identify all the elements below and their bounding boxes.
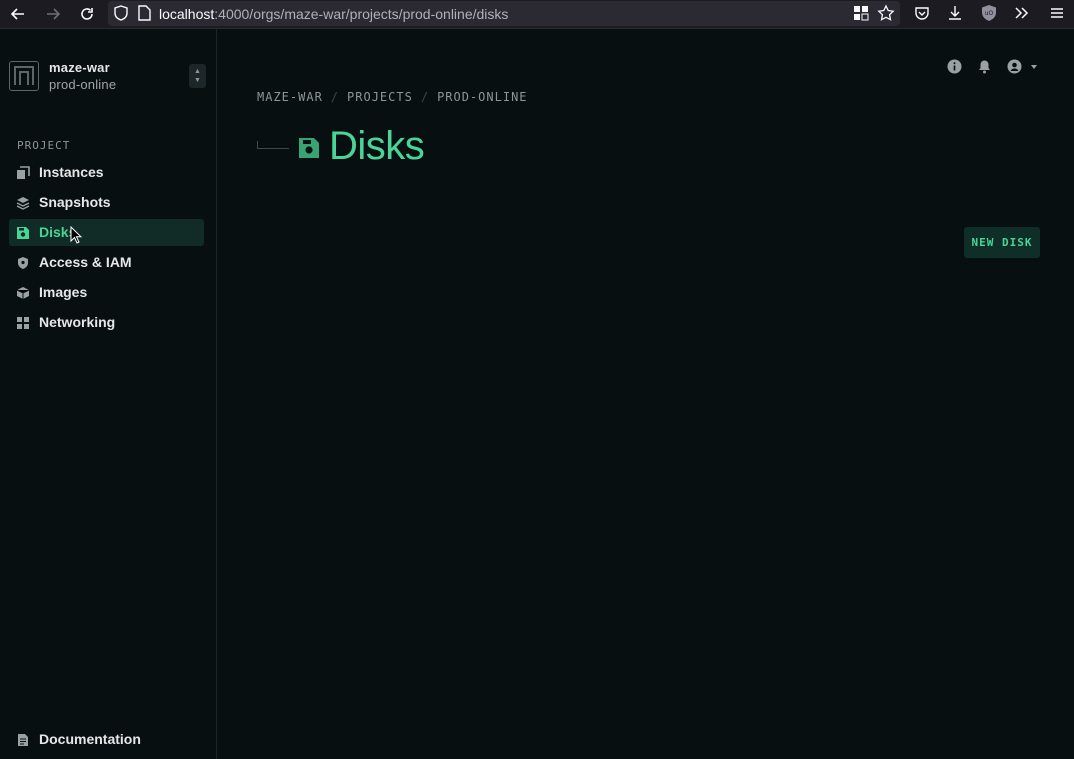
instances-icon (16, 166, 30, 180)
org-logo-icon (9, 61, 39, 91)
forward-icon[interactable] (43, 4, 63, 24)
breadcrumb-org[interactable]: MAZE-WAR (257, 90, 323, 104)
documentation-link[interactable]: Documentation (9, 726, 204, 753)
title-connector-line (257, 148, 289, 149)
url-text: localhost:4000/orgs/maze-war/projects/pr… (159, 6, 509, 22)
svg-text:uO: uO (985, 10, 994, 17)
sidebar-item-images[interactable]: Images (9, 279, 204, 306)
shield-icon (16, 256, 30, 270)
page-title: Disks (329, 124, 425, 168)
hamburger-menu-icon[interactable] (1048, 4, 1068, 24)
user-profile-icon[interactable] (1007, 59, 1040, 74)
bookmark-star-icon[interactable] (877, 4, 897, 24)
notifications-bell-icon[interactable] (977, 59, 992, 74)
page-icon[interactable] (135, 4, 155, 24)
reload-icon[interactable] (77, 4, 97, 24)
sidebar-item-label: Access & IAM (39, 254, 132, 270)
document-icon (16, 733, 30, 747)
section-label: PROJECT (17, 139, 71, 152)
sidebar-item-access-iam[interactable]: Access & IAM (9, 249, 204, 276)
documentation-label: Documentation (39, 731, 141, 747)
sidebar-item-networking[interactable]: Networking (9, 309, 204, 336)
download-icon[interactable] (946, 4, 966, 24)
url-bar[interactable]: localhost:4000/orgs/maze-war/projects/pr… (108, 1, 900, 26)
sidebar-item-instances[interactable]: Instances (9, 159, 204, 186)
disk-icon (298, 137, 320, 159)
info-icon[interactable] (947, 59, 962, 74)
mouse-cursor-icon (70, 226, 82, 244)
browser-toolbar: localhost:4000/orgs/maze-war/projects/pr… (0, 0, 1074, 29)
sidebar-item-label: Images (39, 284, 88, 300)
sidebar-item-label: Networking (39, 314, 116, 330)
ublock-icon[interactable]: uO (980, 4, 1000, 24)
sidebar: maze-war prod-online ▲ ▼ PROJECT Instance… (0, 29, 217, 759)
sidebar-item-label: Instances (39, 164, 104, 180)
sidebar-item-snapshots[interactable]: Snapshots (9, 189, 204, 216)
cube-icon (16, 286, 30, 300)
snapshots-icon (16, 196, 30, 210)
shield-tracking-icon[interactable] (112, 4, 132, 24)
breadcrumb-separator: / (330, 90, 340, 104)
back-icon[interactable] (8, 4, 28, 24)
switcher-toggle-icon[interactable]: ▲ ▼ (189, 64, 206, 88)
project-name: prod-online (49, 77, 117, 92)
pocket-icon[interactable] (913, 4, 933, 24)
grid-icon (16, 316, 30, 330)
disk-icon (16, 226, 30, 240)
org-name: maze-war (49, 60, 110, 75)
new-disk-button[interactable]: NEW DISK (964, 227, 1040, 258)
overflow-chevrons-icon[interactable] (1013, 4, 1033, 24)
breadcrumb: MAZE-WAR / PROJECTS / PROD-ONLINE (257, 90, 528, 104)
sidebar-item-disks[interactable]: Disks (9, 219, 204, 246)
breadcrumb-project[interactable]: PROD-ONLINE (437, 90, 527, 104)
org-project-switcher[interactable]: maze-war prod-online ▲ ▼ (9, 60, 207, 94)
breadcrumb-projects[interactable]: PROJECTS (347, 90, 413, 104)
extensions-grid-icon[interactable] (852, 4, 872, 24)
breadcrumb-separator: / (420, 90, 430, 104)
sidebar-item-label: Snapshots (39, 194, 111, 210)
